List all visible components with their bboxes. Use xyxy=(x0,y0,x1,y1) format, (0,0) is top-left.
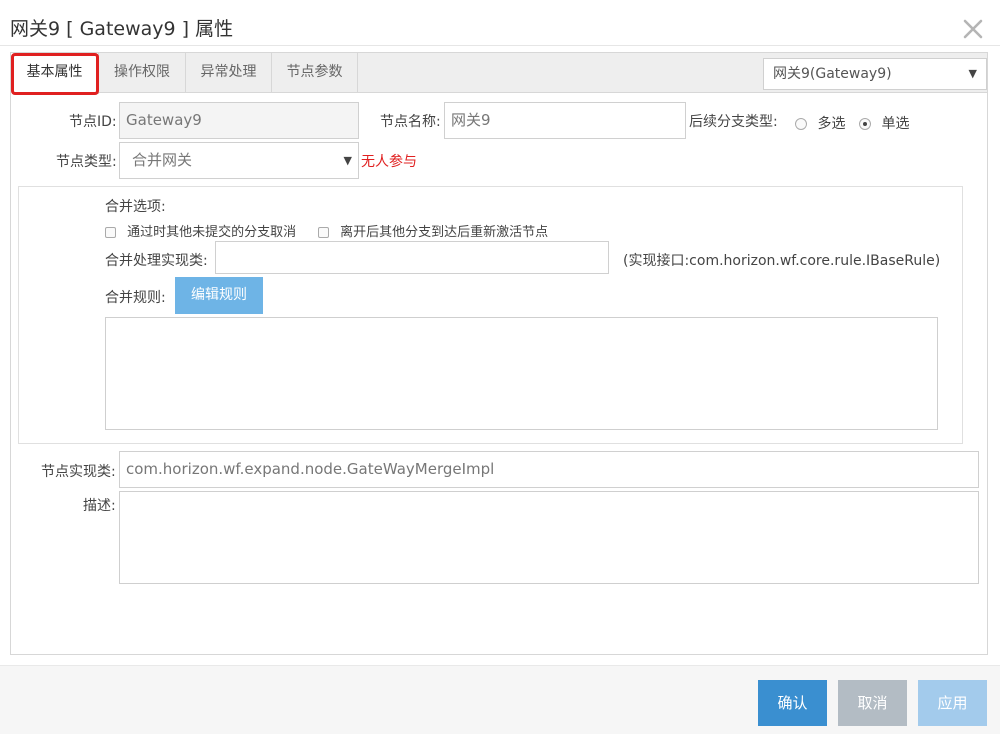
impl-interface-hint: (实现接口:com.horizon.wf.core.rule.IBaseRule… xyxy=(623,253,941,269)
no-participant-warning: 无人参与 xyxy=(361,154,417,170)
cancel-other-branches-option[interactable]: 通过时其他未提交的分支取消 xyxy=(105,221,296,240)
edit-rule-button[interactable]: 编辑规则 xyxy=(175,277,263,314)
node-type-label: 节点类型: xyxy=(56,154,117,170)
dialog-footer: 确认 取消 应用 xyxy=(0,666,1000,734)
tab-operation-permissions[interactable]: 操作权限 xyxy=(99,53,186,93)
branch-single-label: 单选 xyxy=(881,116,910,132)
branch-multi-option[interactable]: 多选 xyxy=(795,113,845,133)
node-name-label: 节点名称: xyxy=(380,114,441,130)
description-label: 描述: xyxy=(83,498,116,514)
merge-impl-class-label: 合并处理实现类: xyxy=(105,253,208,269)
merge-options-section: 合并选项: 通过时其他未提交的分支取消 离开后其他分支到达后重新激活节点 合并处… xyxy=(18,186,963,444)
reactivate-node-checkbox[interactable] xyxy=(318,227,329,238)
properties-panel: 基本属性 操作权限 异常处理 节点参数 网关9(Gateway9) ▼ 节点ID… xyxy=(10,52,988,655)
node-impl-field[interactable]: com.horizon.wf.expand.node.GateWayMergeI… xyxy=(119,451,979,488)
merge-impl-class-input[interactable] xyxy=(215,241,609,274)
active-tab-highlight xyxy=(11,53,99,95)
node-impl-label: 节点实现类: xyxy=(41,464,116,480)
close-icon[interactable] xyxy=(962,18,984,40)
properties-dialog: 网关9 [ Gateway9 ] 属性 基本属性 操作权限 异常处理 节点参数 … xyxy=(0,0,1000,734)
branch-single-radio[interactable] xyxy=(859,118,871,130)
cancel-other-branches-checkbox[interactable] xyxy=(105,227,116,238)
tab-exception-handling[interactable]: 异常处理 xyxy=(186,53,272,93)
node-select-dropdown[interactable]: 网关9(Gateway9) ▼ xyxy=(763,58,987,90)
node-name-field[interactable]: 网关9 xyxy=(444,102,686,139)
tab-bar: 基本属性 操作权限 异常处理 节点参数 网关9(Gateway9) ▼ xyxy=(11,53,987,95)
reactivate-node-label: 离开后其他分支到达后重新激活节点 xyxy=(340,225,549,240)
cancel-other-branches-label: 通过时其他未提交的分支取消 xyxy=(127,225,297,240)
branch-multi-radio[interactable] xyxy=(795,118,807,130)
merge-rule-textarea[interactable] xyxy=(105,317,938,430)
reactivate-node-option[interactable]: 离开后其他分支到达后重新激活节点 xyxy=(318,221,548,240)
branch-multi-label: 多选 xyxy=(817,116,846,132)
node-select-value: 网关9(Gateway9) xyxy=(773,66,892,82)
cancel-button[interactable]: 取消 xyxy=(838,680,907,726)
merge-options-label: 合并选项: xyxy=(105,199,166,215)
description-textarea[interactable] xyxy=(119,491,979,584)
apply-button[interactable]: 应用 xyxy=(918,680,987,726)
confirm-button[interactable]: 确认 xyxy=(758,680,827,726)
chevron-down-icon: ▼ xyxy=(968,67,977,80)
merge-rule-label: 合并规则: xyxy=(105,290,166,306)
branch-type-label: 后续分支类型: xyxy=(689,114,778,130)
node-id-label: 节点ID: xyxy=(69,114,117,130)
title-divider xyxy=(0,45,1000,46)
node-type-select[interactable]: 合并网关 ▼ xyxy=(119,142,359,179)
tab-node-parameters[interactable]: 节点参数 xyxy=(272,53,358,93)
node-id-field: Gateway9 xyxy=(119,102,359,139)
chevron-down-icon: ▼ xyxy=(343,154,352,167)
branch-single-option[interactable]: 单选 xyxy=(859,113,909,133)
node-type-value: 合并网关 xyxy=(132,151,193,169)
dialog-title: 网关9 [ Gateway9 ] 属性 xyxy=(10,18,234,40)
